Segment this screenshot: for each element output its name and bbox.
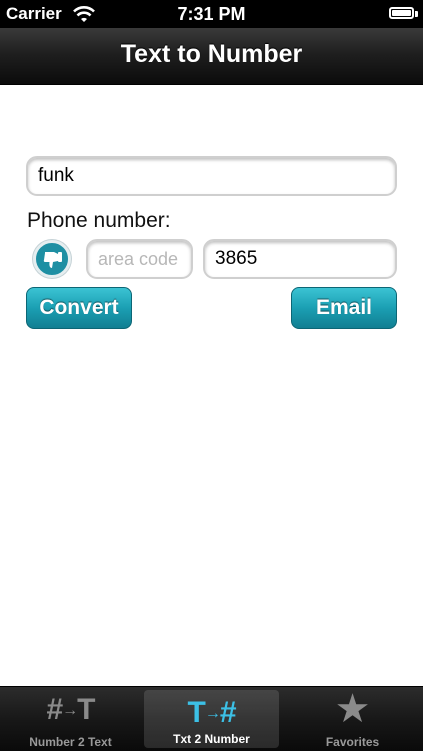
page-title: Text to Number: [120, 40, 303, 68]
status-bar: Carrier 7:31 PM: [0, 0, 423, 28]
text-input[interactable]: [26, 156, 397, 196]
tab-number-2-text[interactable]: #→T Number 2 Text: [0, 687, 141, 751]
area-code-input[interactable]: [86, 239, 193, 279]
navigation-bar: Text to Number: [0, 28, 423, 85]
email-button[interactable]: Email: [291, 287, 397, 329]
battery-tip: [415, 11, 418, 17]
number-to-text-icon: #→T: [46, 693, 95, 726]
phone-number-label: Phone number:: [27, 209, 171, 232]
convert-button[interactable]: Convert: [26, 287, 132, 329]
tab-txt-2-number[interactable]: T→# Txt 2 Number: [144, 690, 279, 748]
tab-bar: #→T Number 2 Text T→# Txt 2 Number ★ Fav…: [0, 686, 423, 751]
star-icon: ★: [334, 687, 371, 731]
tab-favorites[interactable]: ★ Favorites: [282, 687, 423, 751]
phone-number-input[interactable]: [203, 239, 397, 279]
thumbs-down-button[interactable]: [33, 240, 71, 278]
clock: 7:31 PM: [177, 4, 246, 24]
tab-label: Txt 2 Number: [173, 732, 250, 746]
tab-label: Number 2 Text: [29, 735, 112, 749]
text-to-number-icon: T→#: [187, 696, 236, 729]
battery-icon: [389, 7, 414, 19]
tab-label: Favorites: [325, 735, 380, 749]
thumbs-down-icon: [43, 252, 62, 268]
